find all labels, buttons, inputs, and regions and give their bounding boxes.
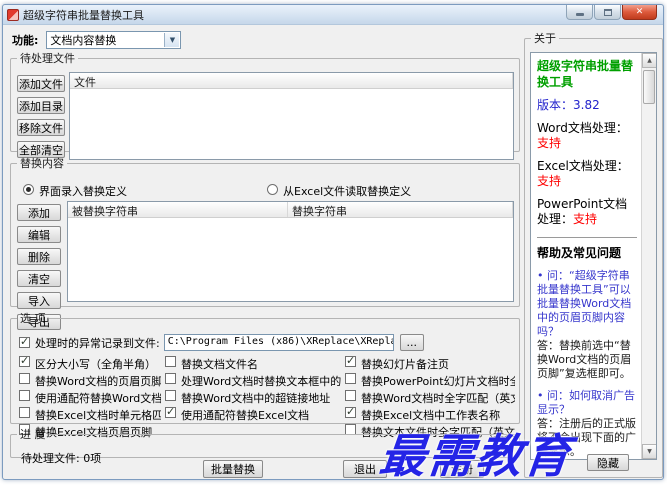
checkbox-word-wildcard[interactable]: [19, 390, 30, 401]
files-group-title: 待处理文件: [20, 52, 75, 65]
replace-group-title: 替换内容: [20, 157, 64, 170]
faq-answer-1: 答：替换前选中“替换Word文档的页眉页脚”复选框即可。: [537, 339, 632, 380]
add-rule-button[interactable]: 添加: [17, 204, 61, 221]
checkbox-label[interactable]: 替换Excel文档时单元格匹配: [35, 407, 161, 423]
hide-ad-button[interactable]: 隐藏: [587, 454, 629, 471]
exit-button[interactable]: 退出: [343, 460, 387, 478]
client-area: 功能: 文档内容替换 ▼ 待处理文件 添加文件 添加目录 移除文件 全部清空 文…: [6, 26, 663, 478]
minimize-button[interactable]: [566, 5, 593, 20]
add-folder-button[interactable]: 添加目录: [17, 97, 65, 114]
checkbox-label[interactable]: 替换Word文档时全字匹配（英文和数字）: [361, 390, 515, 406]
checkbox-label[interactable]: 替换Word文档中的超链接地址: [181, 390, 330, 406]
delete-rule-button[interactable]: 删除: [17, 248, 61, 265]
checkbox-word-wholeword[interactable]: [345, 390, 356, 401]
support-excel-label: Excel文档处理：: [537, 159, 629, 173]
checkbox-slide-notes[interactable]: [345, 356, 356, 367]
radio-ui-label[interactable]: 界面录入替换定义: [39, 183, 127, 199]
about-content: 超级字符串批量替换工具 版本：3.82 Word文档处理：支持 Excel文档处…: [531, 53, 641, 459]
rules-column-target[interactable]: 替换字符串: [288, 202, 513, 218]
log-checkbox-label[interactable]: 处理时的异常记录到文件:: [35, 335, 160, 351]
help-title: 帮助及常见问题: [537, 246, 622, 260]
window-title: 超级字符串批量替换工具: [23, 8, 144, 22]
radio-ui-input[interactable]: [23, 184, 34, 195]
support-excel-value: 支持: [537, 174, 562, 188]
about-scrollbar[interactable]: ▲ ▼: [641, 53, 656, 459]
replace-group: 替换内容 界面录入替换定义 从Excel文件读取替换定义 添加 编辑 删除 清空…: [10, 155, 520, 330]
files-group: 待处理文件 添加文件 添加目录 移除文件 全部清空 文件: [10, 50, 520, 160]
about-group: 关于 超级字符串批量替换工具 版本：3.82 Word文档处理：支持 Excel…: [524, 30, 663, 478]
minimize-icon: [575, 13, 584, 16]
checkbox-label[interactable]: 区分大小写（全角半角）: [35, 356, 156, 372]
support-ppt-value: 支持: [573, 212, 598, 226]
close-button[interactable]: ✕: [622, 5, 657, 20]
chevron-down-icon[interactable]: ▼: [164, 33, 180, 47]
faq-question-1[interactable]: 问：“超级字符串批量替换工具”可以批量替换Word文档中的页眉页脚内容吗？: [537, 269, 631, 338]
checkbox-ppt-wholeword[interactable]: [345, 373, 356, 384]
checkbox-label[interactable]: 替换Excel文档中工作表名称: [361, 407, 500, 423]
checkbox-word-hyperlink[interactable]: [165, 390, 176, 401]
titlebar[interactable]: 超级字符串批量替换工具 ✕: [3, 5, 663, 25]
faq-answer-2: 答：注册后的正式版将不会出现下面的广告显示。: [537, 417, 636, 458]
radio-excel-input[interactable]: [267, 184, 278, 195]
radio-excel-label[interactable]: 从Excel文件读取替换定义: [283, 183, 411, 199]
log-path-input[interactable]: C:\Program Files (x86)\XReplace\XReplace…: [163, 334, 394, 351]
checkbox-excel-cellmatch[interactable]: [19, 407, 30, 418]
checkbox-label[interactable]: 替换幻灯片备注页: [361, 356, 449, 372]
remove-file-button[interactable]: 移除文件: [17, 119, 65, 136]
maximize-icon: [603, 8, 612, 16]
browse-button[interactable]: ...: [399, 334, 424, 351]
options-group-title: 选 项: [20, 312, 46, 325]
bullet-icon: •: [537, 389, 544, 402]
function-label: 功能:: [12, 34, 39, 47]
checkbox-label[interactable]: 使用通配符替换Word文档: [35, 390, 161, 406]
support-word-value: 支持: [537, 136, 562, 150]
scroll-down-icon[interactable]: ▼: [642, 444, 656, 459]
checkbox-word-header-footer[interactable]: [19, 373, 30, 384]
support-word-label: Word文档处理：: [537, 121, 628, 135]
checkbox-case-sensitive[interactable]: [19, 356, 30, 367]
files-list[interactable]: 文件: [69, 72, 514, 160]
progress-group: 进 度 待处理文件: 0项: [10, 426, 520, 465]
checkbox-label[interactable]: 替换文档文件名: [181, 356, 258, 372]
batch-replace-button[interactable]: 批量替换: [203, 460, 263, 478]
edit-rule-button[interactable]: 编辑: [17, 226, 61, 243]
footer-bar: 批量替换 退出 注册: [10, 460, 514, 480]
checkbox-label[interactable]: 使用通配符替换Excel文档: [181, 407, 309, 423]
function-bar: 功能: 文档内容替换 ▼: [12, 31, 182, 49]
checkbox-label[interactable]: 替换Word文档的页眉页脚: [35, 373, 161, 389]
checkbox-label[interactable]: 替换PowerPoint幻灯片文档时全字匹配: [361, 373, 515, 389]
scroll-up-icon[interactable]: ▲: [642, 53, 656, 68]
version-label: 版本：: [537, 98, 574, 112]
app-icon: [7, 8, 19, 21]
add-file-button[interactable]: 添加文件: [17, 75, 65, 92]
bullet-icon: •: [537, 269, 544, 282]
window-controls: ✕: [565, 5, 657, 20]
checkbox-word-textbox[interactable]: [165, 373, 176, 384]
progress-group-title: 进 度: [20, 428, 46, 441]
import-button[interactable]: 导入: [17, 292, 61, 309]
app-window: 超级字符串批量替换工具 ✕ 功能: 文档内容替换 ▼ 待处理文件 添加文件 添加…: [2, 4, 664, 480]
log-checkbox[interactable]: [19, 335, 30, 348]
maximize-button[interactable]: [594, 5, 621, 20]
divider: [537, 237, 637, 238]
checkbox-excel-sheetname[interactable]: [345, 407, 356, 418]
clear-rules-button[interactable]: 清空: [17, 270, 61, 287]
version-value: 3.82: [573, 98, 600, 112]
files-column-header[interactable]: 文件: [70, 73, 513, 89]
close-icon: ✕: [635, 7, 644, 17]
rules-column-source[interactable]: 被替换字符串: [68, 202, 288, 218]
function-select[interactable]: 文档内容替换 ▼: [46, 31, 182, 49]
checkbox-label[interactable]: 处理Word文档时替换文本框中的内容: [181, 373, 341, 389]
options-group: 选 项 处理时的异常记录到文件: C:\Program Files (x86)\…: [10, 310, 520, 439]
register-button[interactable]: 注册: [440, 460, 484, 478]
about-app-name: 超级字符串批量替换工具: [537, 59, 634, 89]
rules-list[interactable]: 被替换字符串 替换字符串: [67, 201, 514, 302]
scrollbar-thumb[interactable]: [643, 70, 655, 104]
about-box: 超级字符串批量替换工具 版本：3.82 Word文档处理：支持 Excel文档处…: [530, 52, 657, 460]
faq-question-2[interactable]: 问：如何取消广告显示？: [537, 389, 635, 416]
checkbox-replace-filename[interactable]: [165, 356, 176, 367]
checkbox-excel-wildcard[interactable]: [165, 407, 176, 418]
function-selected-value: 文档内容替换: [50, 34, 117, 47]
about-group-title: 关于: [534, 32, 556, 45]
